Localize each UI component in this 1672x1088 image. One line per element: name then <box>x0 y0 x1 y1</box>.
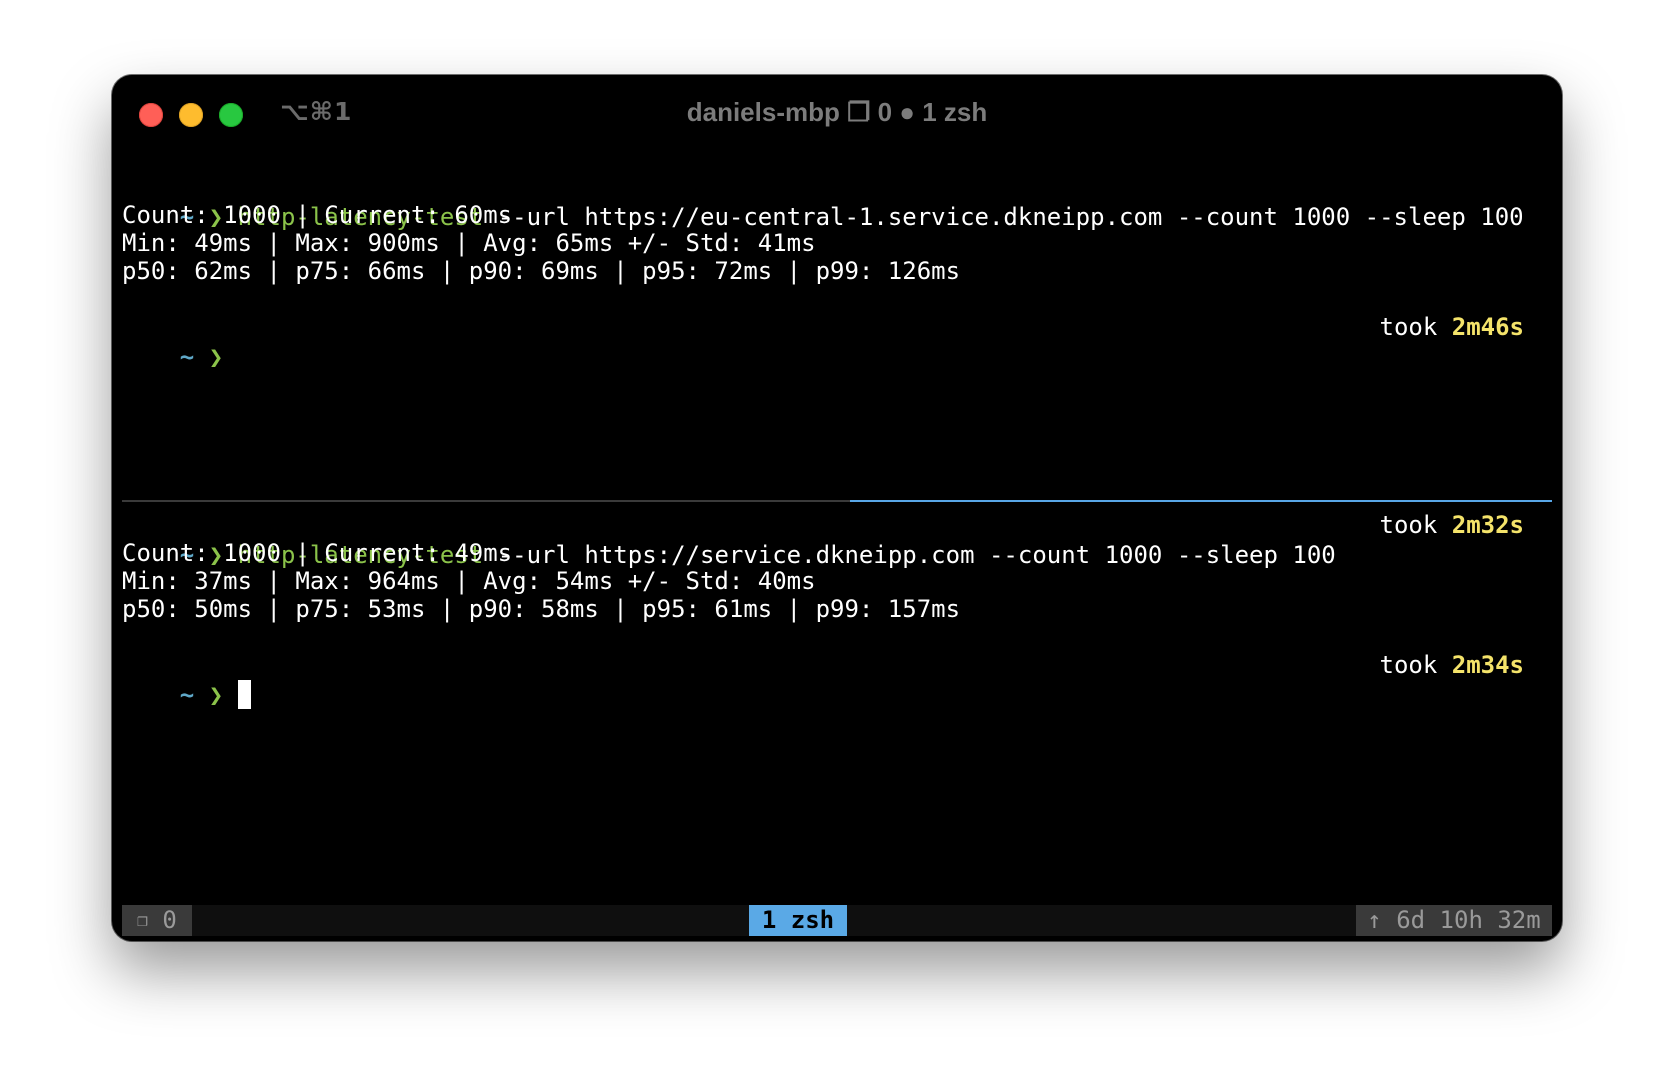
prompt-chevron-icon: ❯ <box>208 343 224 371</box>
output-line: p50: 50ms | p75: 53ms | p90: 58ms | p95:… <box>122 595 961 623</box>
window-tab-active[interactable]: 1 zsh <box>749 905 847 936</box>
session-icon: ❐ <box>137 910 148 931</box>
took-value: 2m34s <box>1451 651 1524 679</box>
output-line: Min: 49ms | Max: 900ms | Avg: 65ms +/- S… <box>122 229 816 257</box>
command-duration: took 2m32s <box>1380 510 1525 540</box>
took-value: 2m46s <box>1451 313 1524 341</box>
title-bar: ⌥⌘1 daniels-mbp ❐ 0 ● 1 zsh <box>112 75 1562 145</box>
window-title: daniels-mbp ❐ 0 ● 1 zsh <box>686 97 988 127</box>
session-number: 0 <box>147 906 177 934</box>
active-pane-border[interactable] <box>850 500 1552 502</box>
took-label: took <box>1379 313 1452 341</box>
command-duration: took 2m34s <box>1380 650 1525 680</box>
output-line: Min: 37ms | Max: 964ms | Avg: 54ms +/- S… <box>122 567 816 595</box>
text-cursor[interactable] <box>237 680 251 709</box>
command-line: ~ ❯ http-latency-test --url https://eu-c… <box>122 172 1524 231</box>
prompt-tilde: ~ <box>179 343 195 371</box>
command-duration: took 2m46s <box>1380 312 1525 342</box>
took-label: took <box>1379 651 1452 679</box>
prompt-line[interactable]: ~ ❯ took 2m34s <box>122 650 1525 709</box>
output-line: Count: 1000 | Current: 60ms <box>122 201 513 229</box>
command-line: ~ ❯ http-latency-test --url https://serv… <box>122 510 1525 569</box>
uptime-indicator: ↑ 6d 10h 32m <box>1356 905 1552 936</box>
prompt-tilde: ~ <box>179 681 195 709</box>
terminal-window: ⌥⌘1 daniels-mbp ❐ 0 ● 1 zsh ~ ❯ http-lat… <box>112 75 1562 941</box>
took-value: 2m32s <box>1451 511 1524 539</box>
tmux-status-bar: ❐ 0 1 zsh ↑ 6d 10h 32m <box>122 905 1552 936</box>
prompt-chevron-icon: ❯ <box>208 681 224 709</box>
session-indicator[interactable]: ❐ 0 <box>122 905 192 936</box>
prompt-line: ~ ❯ took 2m46s <box>122 312 1525 371</box>
took-label: took <box>1379 511 1452 539</box>
output-line: p50: 62ms | p75: 66ms | p90: 69ms | p95:… <box>122 257 961 285</box>
pane-divider[interactable] <box>122 500 850 502</box>
output-line: Count: 1000 | Current: 49ms <box>122 539 513 567</box>
